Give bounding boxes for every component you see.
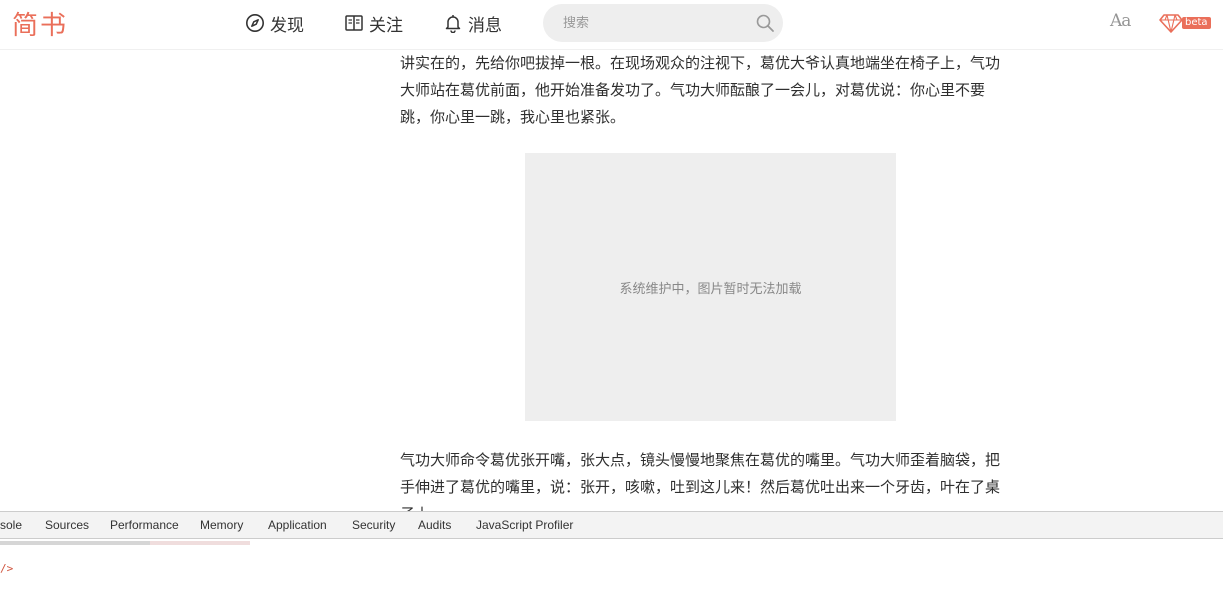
jianshu-logo[interactable]: 简书: [12, 5, 68, 42]
devtools-tab-application[interactable]: Application: [268, 512, 327, 539]
devtools-tab-sources[interactable]: Sources: [45, 512, 89, 539]
devtools-tab-audits[interactable]: Audits: [418, 512, 451, 539]
devtools-tab-memory[interactable]: Memory: [200, 512, 243, 539]
beta-label: beta: [1182, 17, 1211, 29]
devtools-panel: sole Sources Performance Memory Applicat…: [0, 511, 1223, 592]
nav-discover[interactable]: 发现: [245, 11, 304, 36]
devtools-tab-bar: sole Sources Performance Memory Applicat…: [0, 512, 1223, 539]
image-placeholder[interactable]: 系统维护中，图片暂时无法加载: [525, 153, 896, 421]
devtools-tab-console[interactable]: sole: [0, 512, 22, 539]
console-prompt[interactable]: />: [0, 562, 13, 575]
nav-follow-label: 关注: [369, 15, 403, 36]
search-box: [543, 4, 783, 42]
nav-discover-label: 发现: [270, 15, 304, 36]
top-navbar: 简书 发现 关注 消息 Aa: [0, 0, 1223, 50]
nav-message[interactable]: 消息: [443, 11, 502, 36]
search-icon[interactable]: [755, 13, 775, 33]
book-icon: [345, 15, 363, 31]
devtools-tab-js-profiler[interactable]: JavaScript Profiler: [476, 512, 573, 539]
nav-message-label: 消息: [468, 15, 502, 36]
article-paragraph: 讲实在的，先给你吧拔掉一根。在现场观众的注视下，葛优大爷认真地端坐在椅子上，气功…: [400, 54, 1001, 126]
diamond-icon: [1159, 14, 1183, 33]
console-log-line: [0, 540, 260, 546]
devtools-tab-performance[interactable]: Performance: [110, 512, 179, 539]
bell-icon: [445, 15, 461, 33]
nav-follow[interactable]: 关注: [344, 11, 403, 36]
image-placeholder-text: 系统维护中，图片暂时无法加载: [619, 281, 802, 297]
search-input[interactable]: [543, 4, 748, 42]
font-size-toggle[interactable]: Aa: [1110, 11, 1131, 31]
compass-icon: [246, 14, 264, 32]
devtools-tab-security[interactable]: Security: [352, 512, 395, 539]
beta-badge[interactable]: beta: [1158, 11, 1211, 35]
